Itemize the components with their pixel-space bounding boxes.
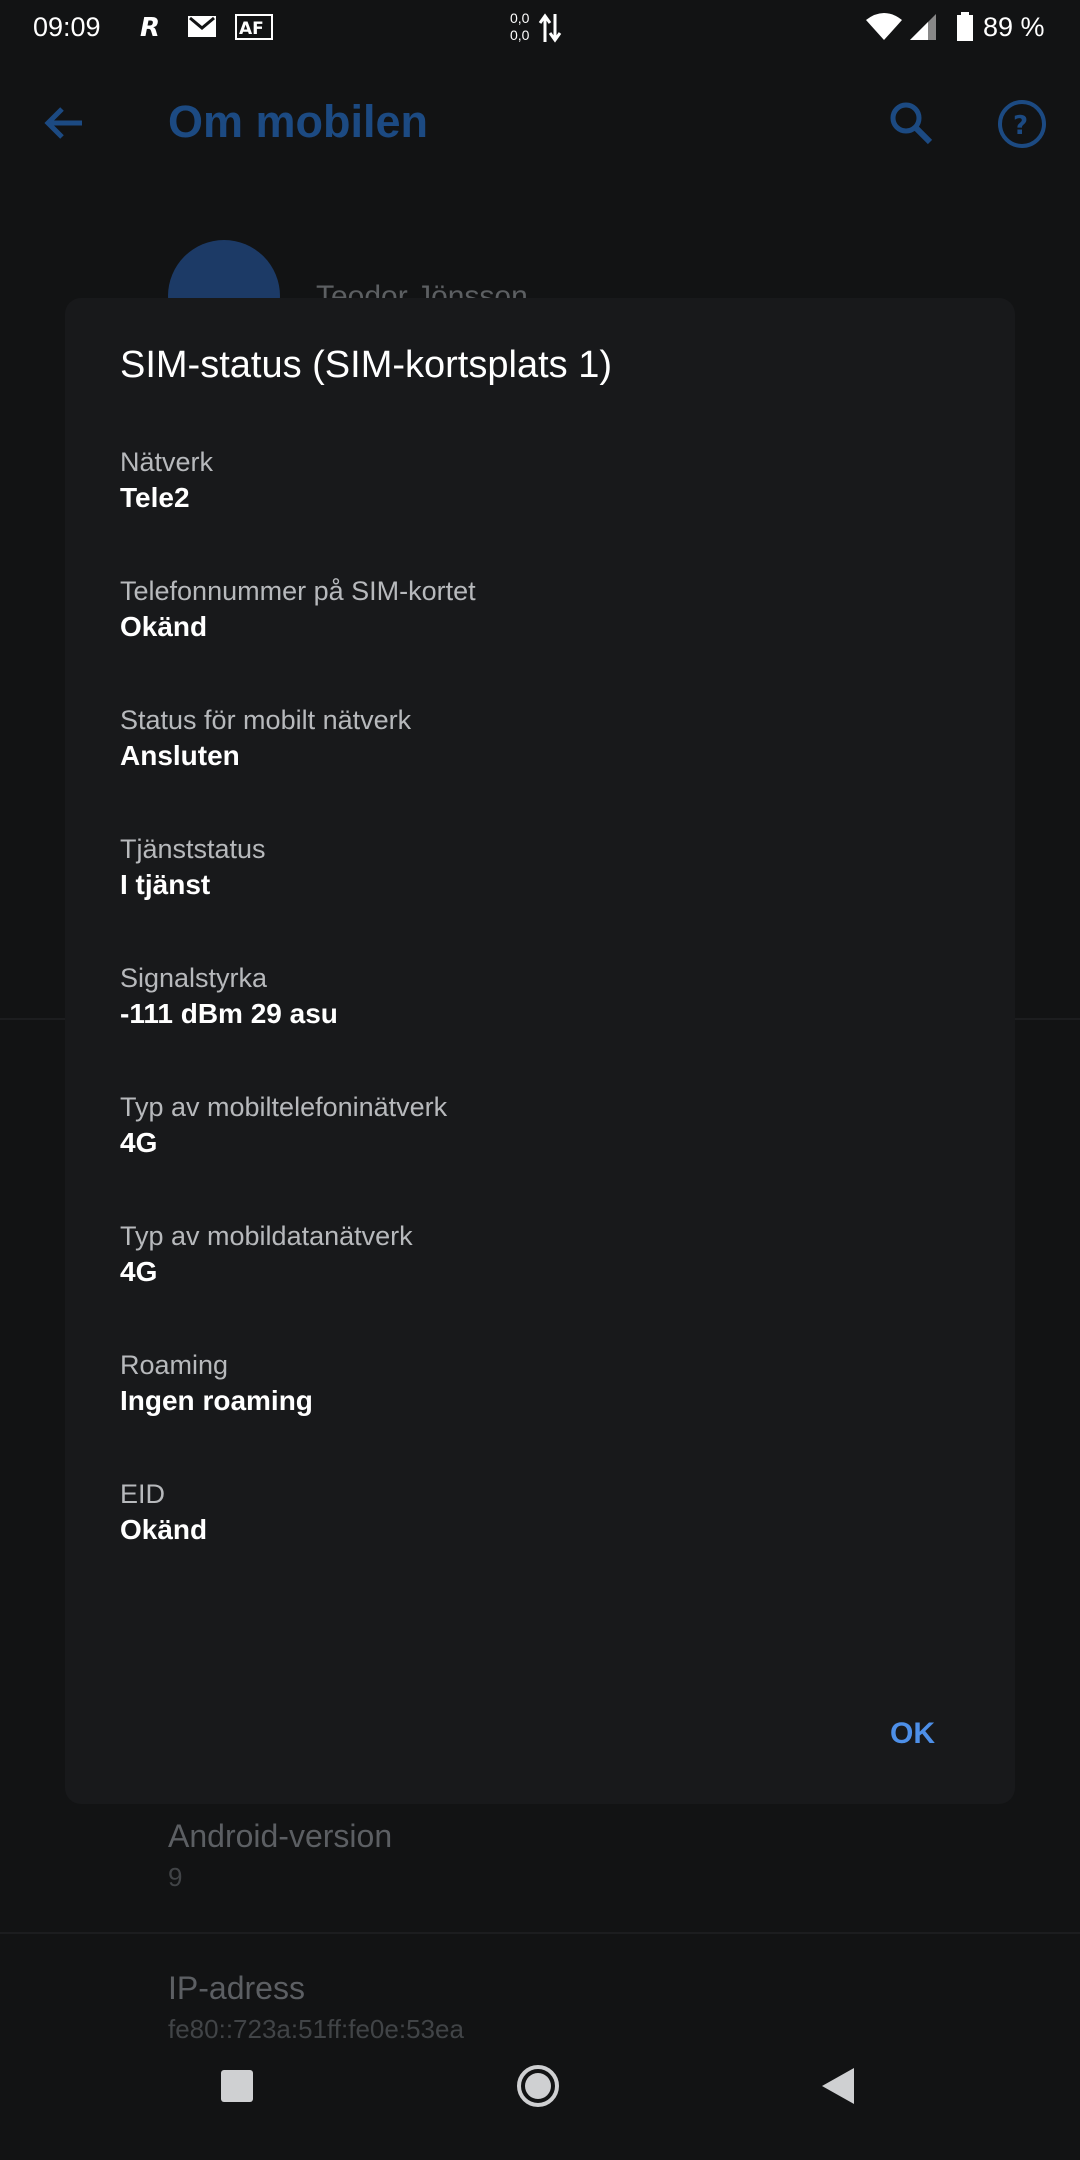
info-row-roaming: Roaming Ingen roaming (120, 1347, 960, 1419)
row-value: Ansluten (120, 740, 240, 771)
row-value: Ingen roaming (120, 1385, 313, 1416)
row-value: Okänd (120, 611, 208, 642)
row-label: EID (120, 1479, 166, 1509)
info-row-eid: EID Okänd (120, 1476, 960, 1548)
row-label: Signalstyrka (120, 963, 268, 993)
row-label: Nätverk (120, 447, 214, 477)
row-label: Telefonnummer på SIM-kortet (120, 576, 476, 606)
info-row-service-status: Tjänststatus I tjänst (120, 831, 960, 903)
screen: 09:09 R AF 0,0 0,0 89 % Om mobilen ? Teo… (0, 0, 1080, 2160)
row-label: Typ av mobiltelefoninätverk (120, 1092, 448, 1122)
row-label: Tjänststatus (120, 834, 266, 864)
row-value: 4G (120, 1256, 158, 1287)
row-value: -111 dBm 29 asu (120, 998, 338, 1029)
dialog-title: SIM-status (SIM-kortsplats 1) (120, 344, 612, 386)
info-row-network: Nätverk Tele2 (120, 444, 960, 516)
info-row-voice-network-type: Typ av mobiltelefoninätverk 4G (120, 1089, 960, 1161)
sim-status-dialog: SIM-status (SIM-kortsplats 1) Nätverk Te… (65, 298, 1015, 1804)
row-value: Okänd (120, 1514, 208, 1545)
info-row-mobile-network-status: Status för mobilt nätverk Ansluten (120, 702, 960, 774)
row-label: Roaming (120, 1350, 229, 1380)
row-value: 4G (120, 1127, 158, 1158)
row-label: Status för mobilt nätverk (120, 705, 412, 735)
info-row-phone-number: Telefonnummer på SIM-kortet Okänd (120, 573, 960, 645)
row-label: Typ av mobildatanätverk (120, 1221, 413, 1251)
row-value: I tjänst (120, 869, 211, 900)
ok-button[interactable]: OK (890, 1709, 935, 1759)
info-row-data-network-type: Typ av mobildatanätverk 4G (120, 1218, 960, 1290)
info-row-signal-strength: Signalstyrka -111 dBm 29 asu (120, 960, 960, 1032)
row-value: Tele2 (120, 482, 190, 513)
